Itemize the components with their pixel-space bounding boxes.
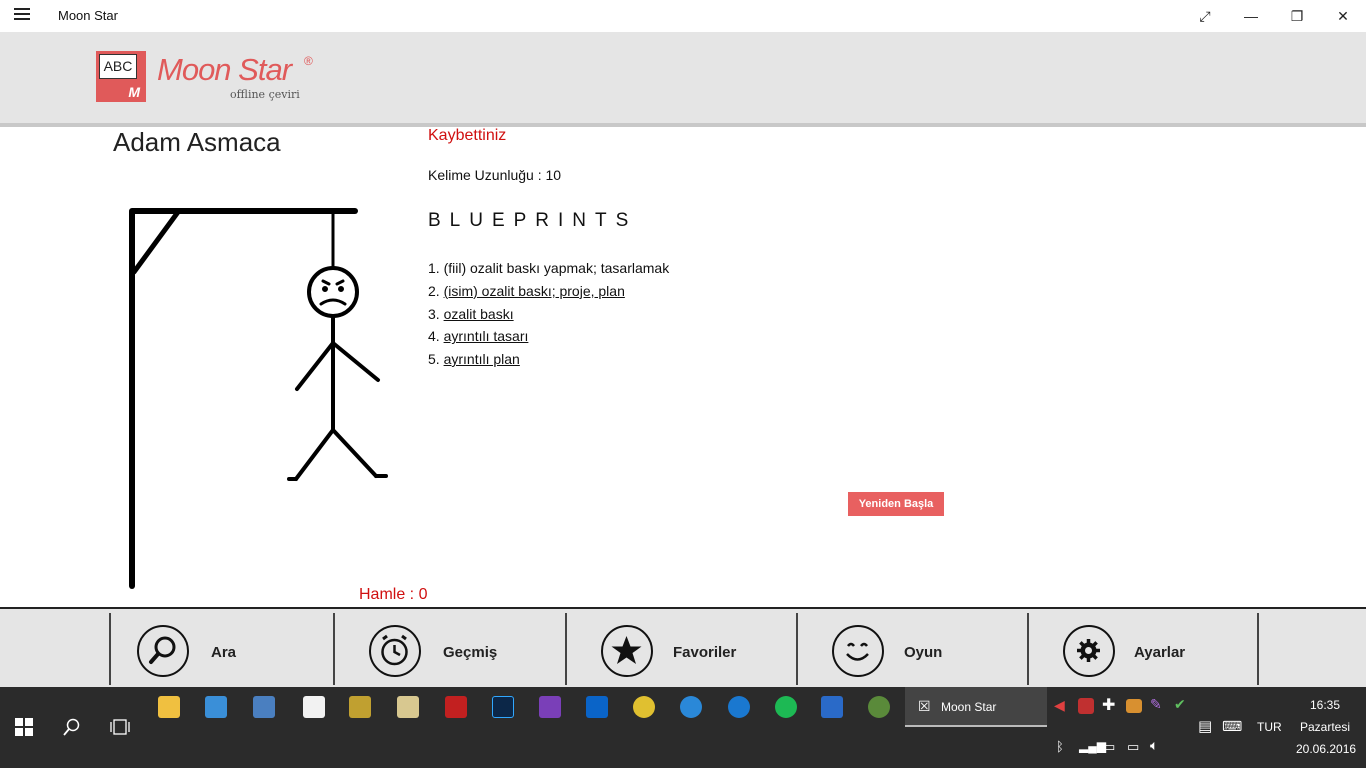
internet-explorer-icon[interactable] (680, 696, 702, 718)
app-icon[interactable] (821, 696, 843, 718)
star-icon (601, 625, 653, 677)
game-status: Kaybettiniz (428, 127, 507, 144)
logo-registered: ® (304, 54, 313, 68)
clock-day[interactable]: Pazartesi (1300, 720, 1350, 734)
logo-subtitle: offline çeviri (230, 88, 300, 101)
tools-icon[interactable] (349, 696, 371, 718)
chrome-icon[interactable] (633, 696, 655, 718)
spotify-icon[interactable] (775, 696, 797, 718)
title-bar: Moon Star ⤢ — ❐ ✕ (0, 0, 1366, 32)
nav-item-settings[interactable]: Ayarlar (1027, 613, 1257, 685)
taskbar-app-label: Moon Star (941, 700, 997, 714)
definition-item[interactable]: 4. ayrıntılı tasarı (428, 326, 669, 349)
nav-item-favorites[interactable]: Favoriler (565, 613, 796, 685)
logo-text: Moon Star (157, 52, 292, 87)
smiley-icon (832, 625, 884, 677)
logo-icon: ABC M (96, 51, 146, 102)
windows-start-icon[interactable] (15, 718, 33, 736)
taskbar: ☒ Moon Star ◀ ✚ ✎ ✔ ᛒ ▂▄▆ ▭ ▭ 🔈︎ ▤ ⌨ TUR… (0, 687, 1366, 768)
close-button[interactable]: ✕ (1320, 0, 1366, 32)
restart-button[interactable]: Yeniden Başla (848, 492, 944, 516)
definition-item[interactable]: 5. ayrıntılı plan (428, 349, 669, 372)
definition-item[interactable]: 2. (isim) ozalit baskı; proje, plan (428, 281, 669, 304)
clock-time[interactable]: 16:35 (1310, 698, 1340, 712)
nav-label: Ara (211, 644, 237, 661)
right-leg (331, 428, 378, 478)
word-length: Kelime Uzunluğu : 10 (428, 167, 562, 183)
page-title: Adam Asmaca (113, 127, 281, 157)
left-leg (294, 428, 335, 481)
hangman-drawing (129, 208, 388, 589)
volume-icon[interactable]: 🔈︎ (1150, 737, 1158, 754)
tree-icon[interactable] (868, 696, 890, 718)
search-icon (137, 625, 189, 677)
minimize-button[interactable]: — (1228, 0, 1274, 32)
left-arm (295, 341, 335, 391)
battery-icon[interactable]: ▭ (1127, 739, 1139, 755)
visual-studio-icon[interactable] (539, 696, 561, 718)
language-indicator[interactable]: TUR (1257, 720, 1282, 734)
definition-link[interactable]: ayrıntılı plan (444, 351, 520, 367)
shield-check-icon[interactable]: ✔ (1174, 696, 1186, 713)
feather-icon[interactable]: ✎ (1150, 696, 1162, 713)
nav-label: Ayarlar (1134, 644, 1186, 661)
network-monitor-icon[interactable] (253, 696, 275, 718)
definition-link[interactable]: ozalit baskı (444, 306, 514, 322)
nav-item-game[interactable]: Oyun (796, 613, 1027, 685)
display-icon[interactable]: ▭ (1103, 739, 1115, 755)
task-view-icon[interactable] (109, 719, 131, 735)
edge-icon[interactable] (728, 696, 750, 718)
signal-icon[interactable]: ▂▄▆ (1079, 739, 1106, 753)
head (307, 266, 359, 318)
speaker-muted-icon[interactable]: ◀ (1054, 697, 1065, 714)
file-explorer-icon[interactable] (158, 696, 180, 718)
moon-star-app-icon: ☒ (918, 698, 931, 714)
plus-icon[interactable]: ✚ (1102, 695, 1115, 715)
nav-label: Favoriler (673, 644, 737, 661)
definition-item: 1. (fiil) ozalit baskı yapmak; tasarlama… (428, 260, 670, 276)
keyboard-icon[interactable]: ⌨ (1222, 718, 1242, 735)
nav-label: Oyun (904, 644, 943, 661)
nav-item-history[interactable]: Geçmiş (333, 613, 565, 685)
fullscreen-icon[interactable]: ⤢ (1182, 0, 1228, 32)
moves-counter: Hamle : 0 (359, 586, 428, 603)
bottom-nav: Ara Geçmiş Favoriler Oyun Ayarlar (0, 609, 1366, 687)
alarm-clock-icon (369, 625, 421, 677)
sad-face (319, 279, 347, 306)
search-icon[interactable] (63, 718, 81, 736)
right-arm (331, 341, 380, 382)
notepad-icon[interactable] (397, 696, 419, 718)
notifications-icon[interactable]: ▤ (1198, 717, 1212, 735)
definition-link[interactable]: ayrıntılı tasarı (444, 328, 529, 344)
bluetooth-icon[interactable]: ᛒ (1056, 739, 1064, 754)
definitions-list: 1. (fiil) ozalit baskı yapmak; tasarlama… (428, 258, 669, 372)
window-title: Moon Star (58, 8, 118, 23)
definition-text: (fiil) ozalit baskı yapmak; tasarlamak (443, 260, 670, 276)
restore-button[interactable]: ❐ (1274, 0, 1320, 32)
word-display: BLUEPRINTS (428, 210, 638, 231)
laptop-icon[interactable] (205, 696, 227, 718)
filezilla-icon[interactable] (445, 696, 467, 718)
antivirus-icon[interactable] (1078, 698, 1094, 714)
gallows-brace (131, 209, 181, 275)
clock-date[interactable]: 20.06.2016 (1296, 742, 1356, 756)
folder-icon[interactable] (1126, 699, 1142, 713)
nav-label: Geçmiş (443, 644, 498, 661)
nav-end-divider (1257, 613, 1259, 685)
photoshop-icon[interactable] (492, 696, 514, 718)
definition-link[interactable]: (isim) ozalit baskı; proje, plan (444, 283, 625, 299)
definition-item[interactable]: 3. ozalit baskı (428, 304, 669, 327)
gear-icon (1063, 625, 1115, 677)
nav-item-search[interactable]: Ara (109, 613, 333, 685)
document-icon[interactable] (303, 696, 325, 718)
hamburger-menu-icon[interactable] (14, 8, 30, 24)
outlook-icon[interactable] (586, 696, 608, 718)
